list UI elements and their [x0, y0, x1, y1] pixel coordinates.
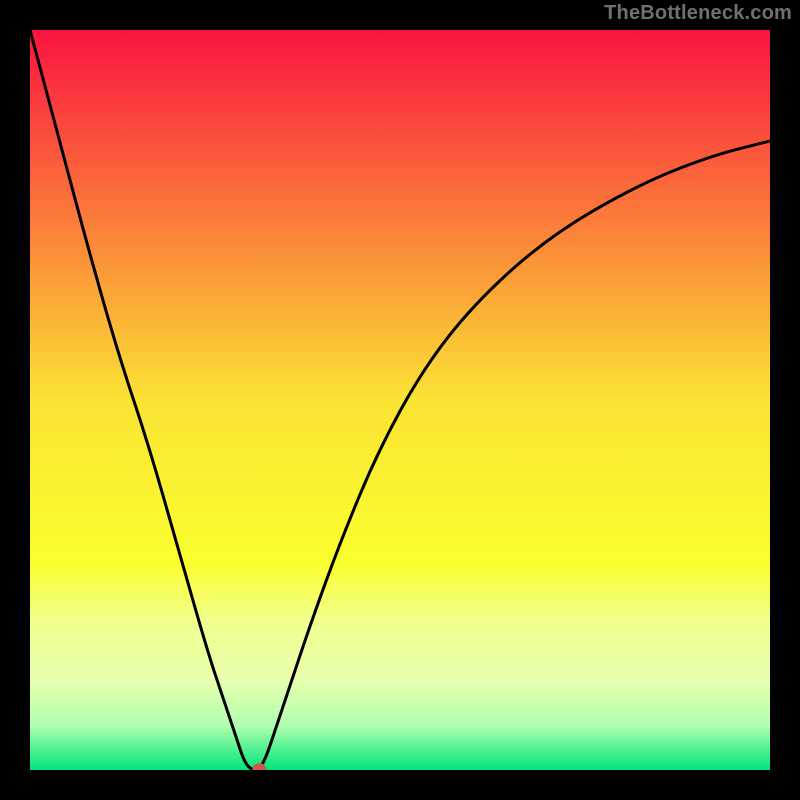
watermark-text: TheBottleneck.com: [604, 2, 792, 25]
bottleneck-chart: [30, 30, 770, 770]
gradient-background: [30, 30, 770, 770]
chart-frame: TheBottleneck.com: [0, 0, 800, 800]
plot-area: [30, 30, 770, 770]
